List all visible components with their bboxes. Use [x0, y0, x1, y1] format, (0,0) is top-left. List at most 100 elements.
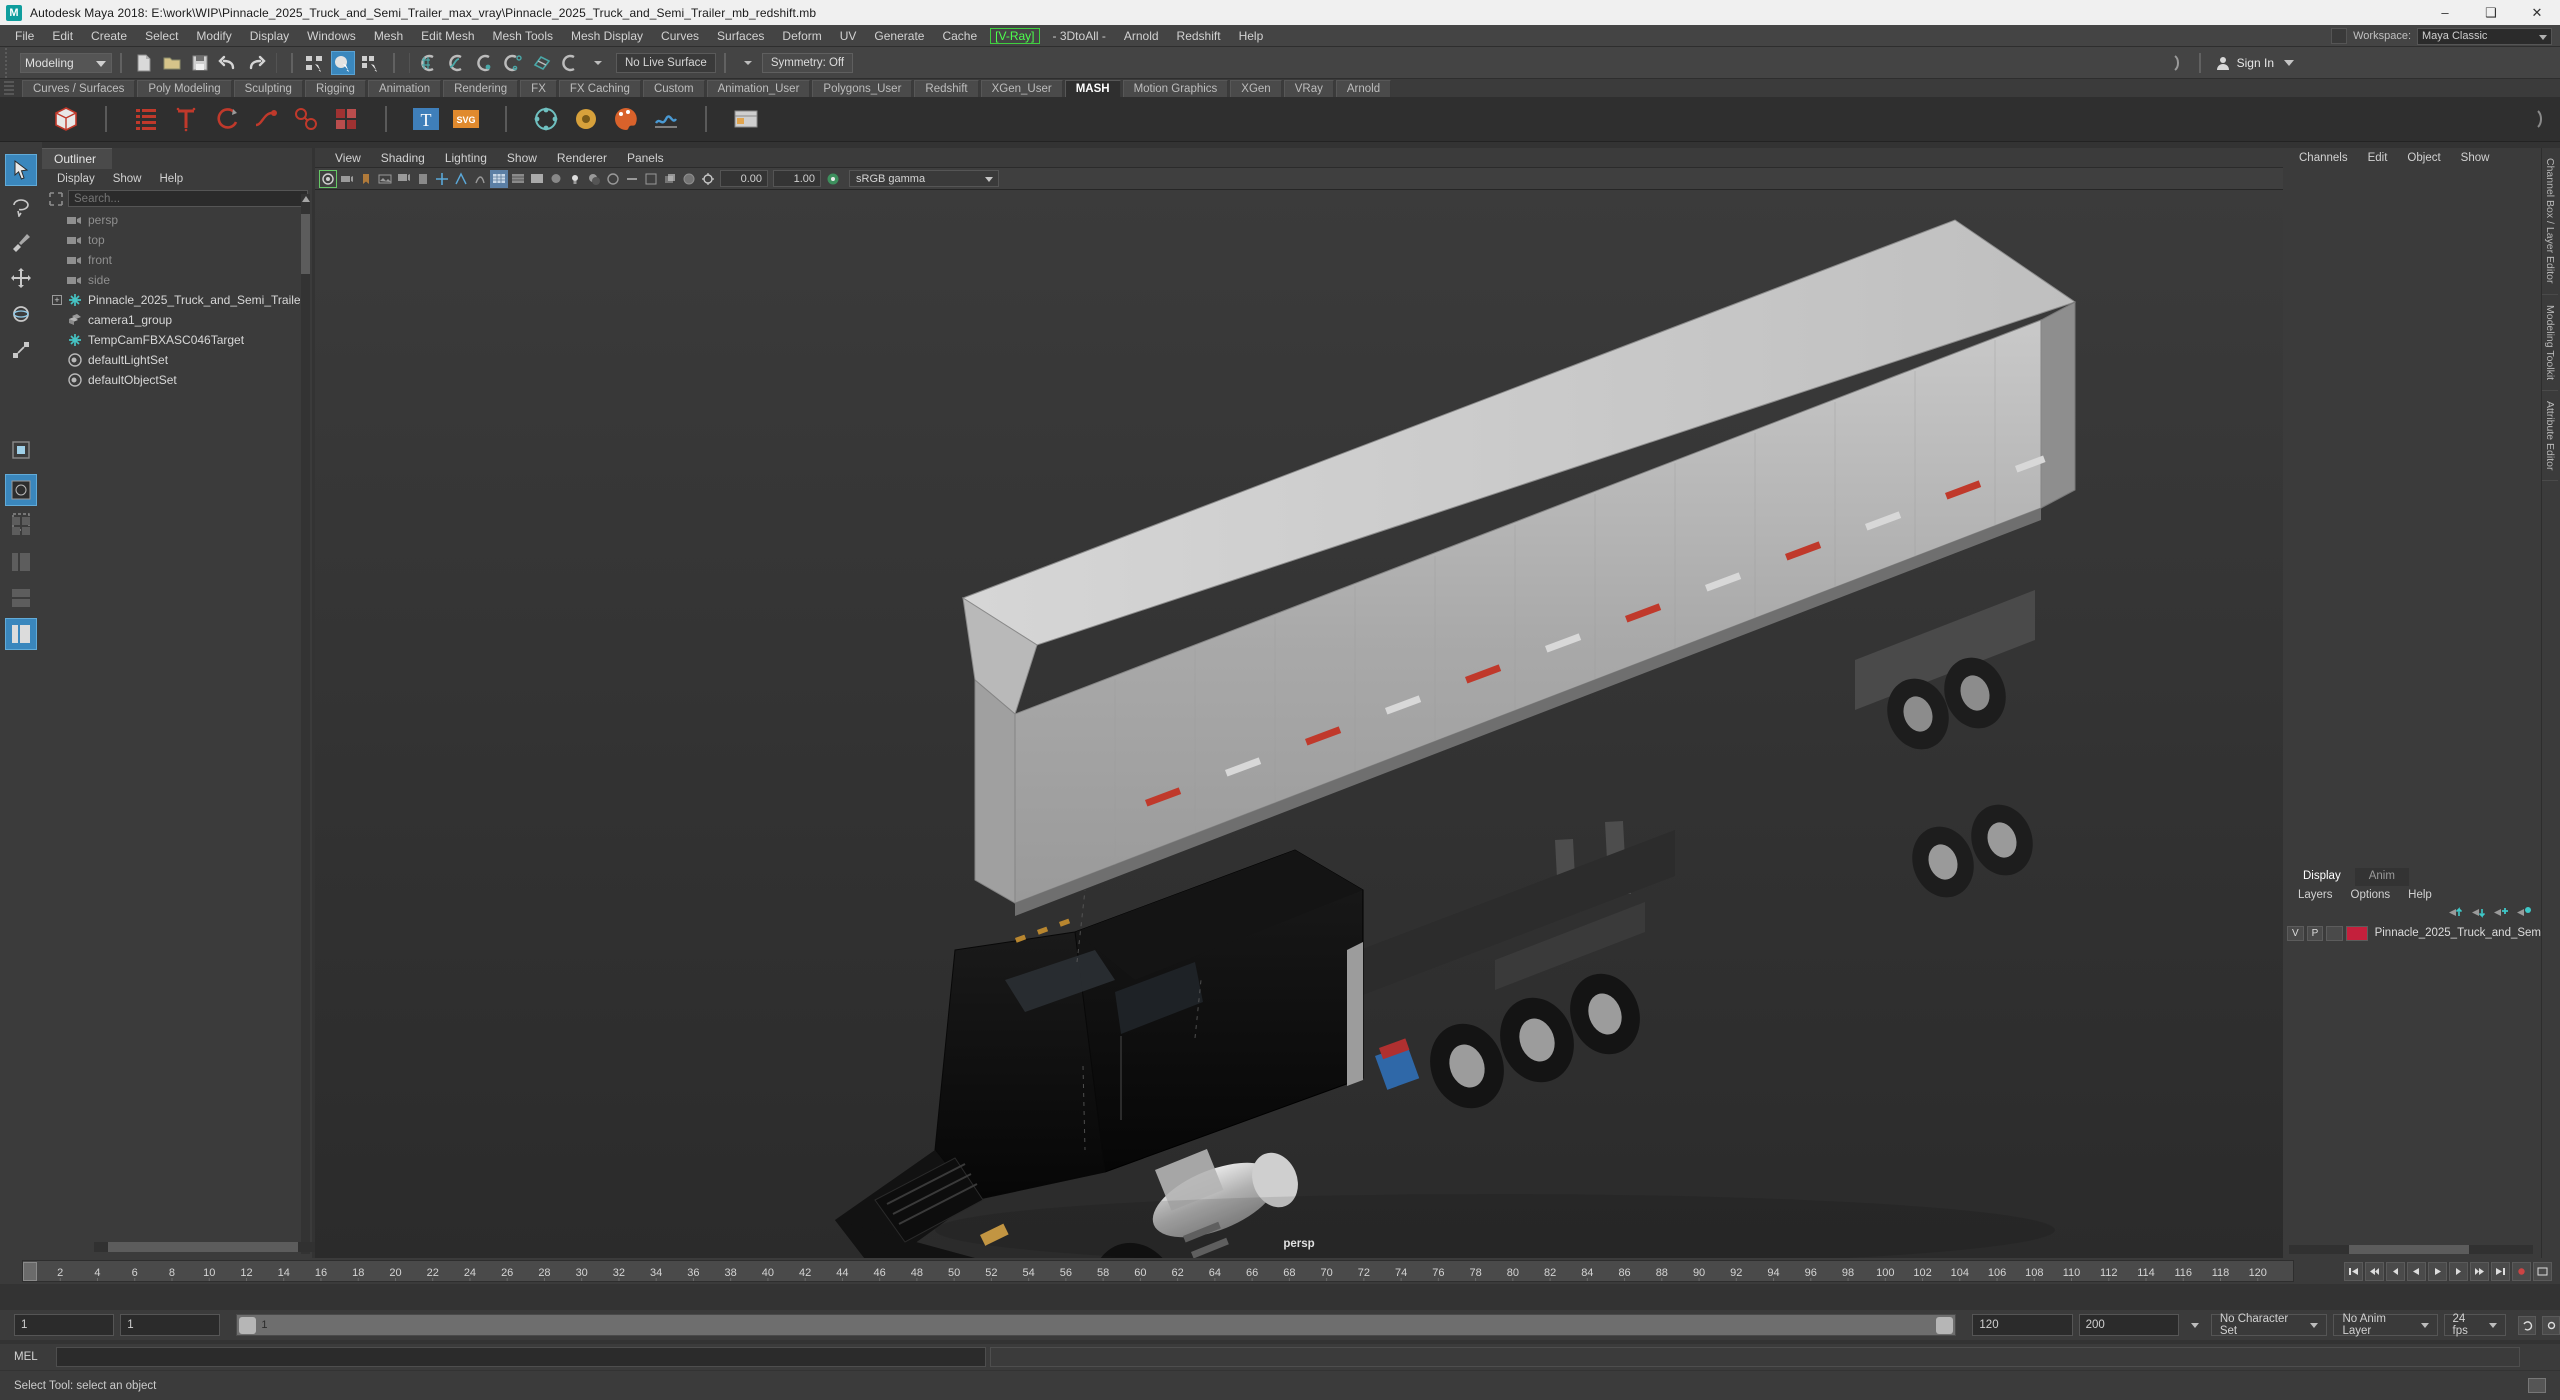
- menu-select[interactable]: Select: [136, 27, 187, 45]
- new-layer-from-selected-icon[interactable]: [2516, 906, 2531, 919]
- twod-pan-zoom-icon[interactable]: [395, 170, 413, 188]
- menu-3dtoall[interactable]: - 3DtoAll -: [1044, 27, 1115, 45]
- shelf-tab-fx-caching[interactable]: FX Caching: [558, 80, 641, 97]
- snap-to-curve-icon[interactable]: [446, 51, 470, 75]
- color-space-select[interactable]: sRGB gamma: [849, 170, 999, 187]
- layer-visibility-toggle[interactable]: V: [2287, 925, 2304, 941]
- list-item[interactable]: front: [44, 250, 312, 270]
- menu-set-select[interactable]: Modeling: [20, 52, 112, 73]
- mash-color-icon[interactable]: [609, 102, 643, 136]
- paint-select-tool[interactable]: [5, 226, 37, 258]
- truck-3d-model[interactable]: [315, 190, 2283, 1258]
- shelf-tab-sculpting[interactable]: Sculpting: [233, 80, 303, 97]
- range-slider[interactable]: 1: [236, 1314, 1957, 1336]
- symmetry-button[interactable]: Symmetry: Off: [761, 52, 854, 73]
- statusline-grip[interactable]: [2, 47, 12, 78]
- menu-mesh-display[interactable]: Mesh Display: [562, 27, 652, 45]
- go-to-start-icon[interactable]: [2344, 1261, 2363, 1281]
- new-scene-icon[interactable]: [132, 51, 156, 75]
- redo-icon[interactable]: [244, 51, 268, 75]
- shelf-tab-polygons-user[interactable]: Polygons_User: [812, 80, 913, 97]
- shelf-tab-poly-modeling[interactable]: Poly Modeling: [137, 80, 232, 97]
- exposure-value[interactable]: 0.00: [720, 170, 768, 187]
- select-by-hierarchy-icon[interactable]: [303, 51, 327, 75]
- anim-prefs-icon[interactable]: [2533, 1261, 2552, 1281]
- resolution-gate-icon[interactable]: [471, 170, 489, 188]
- outliner-menu-help[interactable]: Help: [151, 172, 193, 186]
- viewport-menu-show[interactable]: Show: [497, 151, 547, 165]
- new-layer-icon[interactable]: [2493, 906, 2508, 919]
- mash-placer-icon[interactable]: [729, 102, 763, 136]
- color-management-icon[interactable]: [824, 170, 842, 188]
- shelf-tab-rigging[interactable]: Rigging: [304, 80, 366, 97]
- live-surface-field[interactable]: No Live Surface: [616, 52, 716, 73]
- mash-audio-icon[interactable]: [649, 102, 683, 136]
- layer-playback-toggle[interactable]: P: [2306, 925, 2324, 941]
- shelf-tab-curves-surfaces[interactable]: Curves / Surfaces: [22, 80, 136, 97]
- auto-key-icon[interactable]: [2512, 1261, 2531, 1281]
- table-row[interactable]: V P Pinnacle_2025_Truck_and_Sem: [2283, 923, 2541, 943]
- move-layer-down-icon[interactable]: [2470, 906, 2485, 919]
- playback-speed-select[interactable]: 24 fps: [2443, 1313, 2507, 1337]
- script-editor-icon[interactable]: [2528, 1378, 2546, 1393]
- range-end-handle[interactable]: [1936, 1317, 1954, 1334]
- vtab-channel-box-layer-editor[interactable]: Channel Box / Layer Editor: [2542, 148, 2558, 295]
- lasso-select-tool[interactable]: [5, 190, 37, 222]
- viewport-menu-panels[interactable]: Panels: [617, 151, 674, 165]
- viewport-menu-view[interactable]: View: [325, 151, 371, 165]
- x-ray-icon[interactable]: [680, 170, 698, 188]
- list-item[interactable]: side: [44, 270, 312, 290]
- playback-loop-icon[interactable]: [2518, 1315, 2537, 1335]
- shelf-tab-rendering[interactable]: Rendering: [443, 80, 519, 97]
- textured-shading-icon[interactable]: [547, 170, 565, 188]
- scrollbar-thumb[interactable]: [2349, 1245, 2469, 1254]
- menu-deform[interactable]: Deform: [773, 27, 830, 45]
- film-gate-icon[interactable]: [452, 170, 470, 188]
- scroll-up-arrow-icon[interactable]: [301, 196, 310, 202]
- save-scene-icon[interactable]: [188, 51, 212, 75]
- move-layer-up-icon[interactable]: [2447, 906, 2462, 919]
- list-item[interactable]: defaultObjectSet: [44, 370, 312, 390]
- mash-curve-icon[interactable]: [209, 102, 243, 136]
- channelbox-menu-show[interactable]: Show: [2451, 152, 2500, 164]
- outliner-vertical-scrollbar[interactable]: [301, 194, 310, 1254]
- go-to-end-icon[interactable]: [2491, 1261, 2510, 1281]
- play-backwards-icon[interactable]: [2407, 1261, 2426, 1281]
- expand-node-icon[interactable]: +: [52, 295, 62, 305]
- shaded-wireframe-icon[interactable]: [528, 170, 546, 188]
- menu-mesh-tools[interactable]: Mesh Tools: [484, 27, 562, 45]
- shelf-tab-custom[interactable]: Custom: [642, 80, 705, 97]
- mash-svg-icon[interactable]: SVG: [449, 102, 483, 136]
- select-tool[interactable]: [5, 154, 37, 186]
- mash-distribute-icon[interactable]: [529, 102, 563, 136]
- viewport-menu-lighting[interactable]: Lighting: [435, 151, 497, 165]
- select-camera-icon[interactable]: [319, 169, 337, 188]
- use-lights-icon[interactable]: [566, 170, 584, 188]
- mash-network-icon[interactable]: [129, 102, 163, 136]
- select-by-object-type-icon[interactable]: [331, 50, 355, 75]
- open-scene-icon[interactable]: [160, 51, 184, 75]
- shelf-tab-fx[interactable]: FX: [520, 80, 557, 97]
- shelf-tab-xgen-user[interactable]: XGen_User: [980, 80, 1063, 97]
- vtab-modeling-toolkit[interactable]: Modeling Toolkit: [2542, 295, 2558, 391]
- bookmarks-icon[interactable]: [357, 170, 375, 188]
- list-item[interactable]: TempCamFBXASC046Target: [44, 330, 312, 350]
- toolbar-overflow-icon[interactable]: [2165, 51, 2189, 75]
- command-language-label[interactable]: MEL: [14, 1351, 52, 1363]
- exposure-icon[interactable]: [699, 170, 717, 188]
- list-item[interactable]: defaultLightSet: [44, 350, 312, 370]
- make-live-icon[interactable]: [558, 51, 582, 75]
- image-plane-icon[interactable]: [376, 170, 394, 188]
- scrollbar-thumb[interactable]: [301, 214, 310, 274]
- scrollbar-thumb[interactable]: [108, 1242, 298, 1252]
- list-item[interactable]: top: [44, 230, 312, 250]
- menu-curves[interactable]: Curves: [652, 27, 708, 45]
- shelf-grip[interactable]: [4, 81, 14, 95]
- outliner-search-input[interactable]: [68, 190, 308, 207]
- anim-layer-select[interactable]: No Anim Layer: [2333, 1313, 2438, 1337]
- step-back-key-icon[interactable]: [2365, 1261, 2384, 1281]
- menu-surfaces[interactable]: Surfaces: [708, 27, 773, 45]
- list-item[interactable]: + Pinnacle_2025_Truck_and_Semi_Traile: [44, 290, 312, 310]
- motion-blur-icon[interactable]: [623, 170, 641, 188]
- channelbox-menu-channels[interactable]: Channels: [2289, 152, 2358, 164]
